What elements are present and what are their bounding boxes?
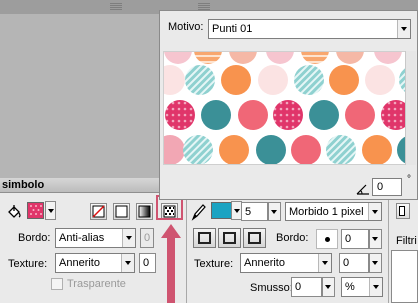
polka-dot-pattern-image — [164, 52, 414, 164]
stroke-type-value: Morbido 1 pixel — [289, 206, 364, 218]
square-outline-icon — [198, 232, 211, 244]
texture-right-stepper[interactable] — [369, 253, 382, 273]
pencil-icon[interactable] — [190, 203, 206, 221]
bordo-dot-button[interactable] — [316, 229, 338, 249]
cap-button-3[interactable] — [243, 228, 266, 248]
square-outline-icon — [248, 232, 261, 244]
pattern-preview — [163, 51, 415, 165]
angle-input[interactable]: 0 — [372, 178, 402, 196]
bordo-label: Bordo: — [18, 232, 51, 244]
texture-label-right: Texture: — [194, 258, 234, 270]
chevron-down-icon — [369, 278, 382, 296]
motivo-select-value: Punti 01 — [212, 23, 253, 35]
filtri-list[interactable] — [391, 250, 418, 303]
stroke-size-stepper[interactable] — [268, 202, 281, 221]
texture-right-field[interactable]: 0 — [339, 253, 369, 273]
texture-select[interactable]: Annerito — [55, 253, 135, 273]
fill-color-dropdown[interactable] — [45, 201, 56, 220]
up-arrow-icon — [161, 224, 181, 303]
chevron-down-icon — [318, 254, 331, 272]
bordo-label-right: Bordo: — [276, 232, 309, 244]
bordo-select-value: Anti-alias — [59, 232, 105, 244]
stroke-color-swatch[interactable] — [211, 202, 232, 219]
texture-select-value: Annerito — [59, 257, 100, 269]
grip-handle-icon — [110, 3, 122, 11]
bordo-right-stepper[interactable] — [369, 229, 382, 249]
bordo-value-field: 0 — [140, 228, 154, 248]
angle-icon — [356, 184, 369, 195]
texture-select-right-value: Annerito — [244, 257, 285, 269]
smusso-stepper[interactable] — [322, 277, 335, 297]
filter-toggle-button[interactable] — [396, 203, 410, 219]
stroke-size-field[interactable]: 5 — [241, 202, 268, 221]
chevron-down-icon — [121, 254, 134, 272]
cap-button-1[interactable] — [193, 228, 216, 248]
texture-value-field[interactable]: 0 — [139, 253, 156, 273]
texture-select-right[interactable]: Annerito — [240, 253, 332, 273]
panel-divider — [186, 193, 187, 303]
cap-button-2[interactable] — [218, 228, 241, 248]
motivo-select[interactable]: Punti 01 — [208, 19, 411, 39]
stroke-type-select[interactable]: Morbido 1 pixel — [285, 202, 382, 221]
filtri-label: Filtri — [396, 235, 417, 247]
bordo-select[interactable]: Anti-alias — [55, 228, 136, 248]
chevron-down-icon — [368, 203, 381, 220]
square-outline-icon — [223, 232, 236, 244]
filter-icon — [399, 206, 405, 216]
degree-symbol: ° — [407, 174, 411, 185]
chevron-down-icon — [397, 20, 410, 38]
preview-scrollbar[interactable] — [405, 51, 416, 165]
texture-label: Texture: — [8, 258, 48, 270]
smusso-unit-select[interactable]: % — [341, 277, 383, 297]
smusso-field[interactable]: 0 — [291, 277, 322, 297]
bordo-right-field[interactable]: 0 — [341, 229, 369, 249]
trasparente-checkbox[interactable] — [51, 278, 63, 290]
pattern-popup: Motivo: Punti 01 0 ° — [159, 10, 418, 200]
fill-color-swatch[interactable] — [27, 202, 44, 219]
smusso-label: Smusso: — [250, 282, 293, 294]
smusso-unit-value: % — [345, 281, 355, 293]
panel-divider — [388, 193, 389, 303]
solid-fill-button[interactable] — [113, 203, 130, 220]
trasparente-label: Trasparente — [67, 278, 126, 290]
paint-bucket-icon[interactable] — [5, 203, 23, 221]
chevron-down-icon — [122, 229, 135, 247]
panel-tab-bar: simbolo — [0, 178, 160, 193]
gradient-fill-button[interactable] — [136, 203, 153, 220]
tab-simbolo[interactable]: simbolo — [2, 179, 44, 191]
dot-icon — [325, 237, 330, 242]
no-fill-button[interactable] — [90, 203, 107, 220]
motivo-label: Motivo: — [168, 21, 204, 33]
